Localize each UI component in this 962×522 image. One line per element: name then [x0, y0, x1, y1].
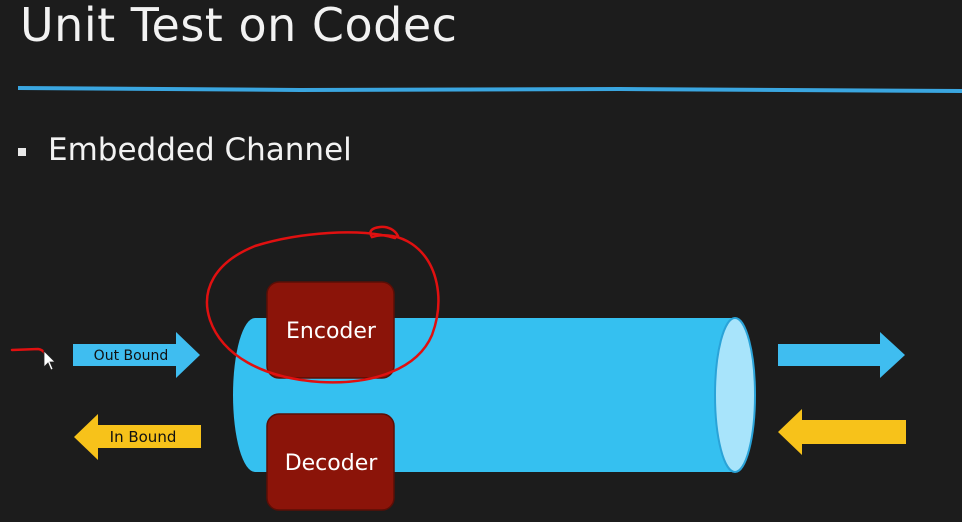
slide: Unit Test on Codec Embedded Channel Enco…	[0, 0, 962, 522]
encoder-label: Encoder	[286, 319, 377, 344]
channel-cylinder-end	[714, 317, 756, 473]
in-bound-arrow: In Bound	[74, 414, 201, 460]
decoder-box: Decoder	[266, 413, 395, 511]
right-in-bound-arrow	[778, 409, 906, 455]
decoder-label: Decoder	[285, 451, 379, 476]
out-bound-arrow: Out Bound	[73, 332, 200, 378]
embedded-channel-diagram: Encoder Decoder Out Bound In Bound	[10, 86, 962, 511]
title-rule-line	[17, 86, 962, 93]
in-bound-label: In Bound	[110, 428, 177, 446]
mouse-pointer-icon	[43, 350, 56, 371]
annotation-dash	[10, 347, 47, 360]
right-out-bound-arrow	[778, 332, 905, 378]
out-bound-label: Out Bound	[94, 348, 169, 364]
encoder-box: Encoder	[266, 281, 395, 379]
